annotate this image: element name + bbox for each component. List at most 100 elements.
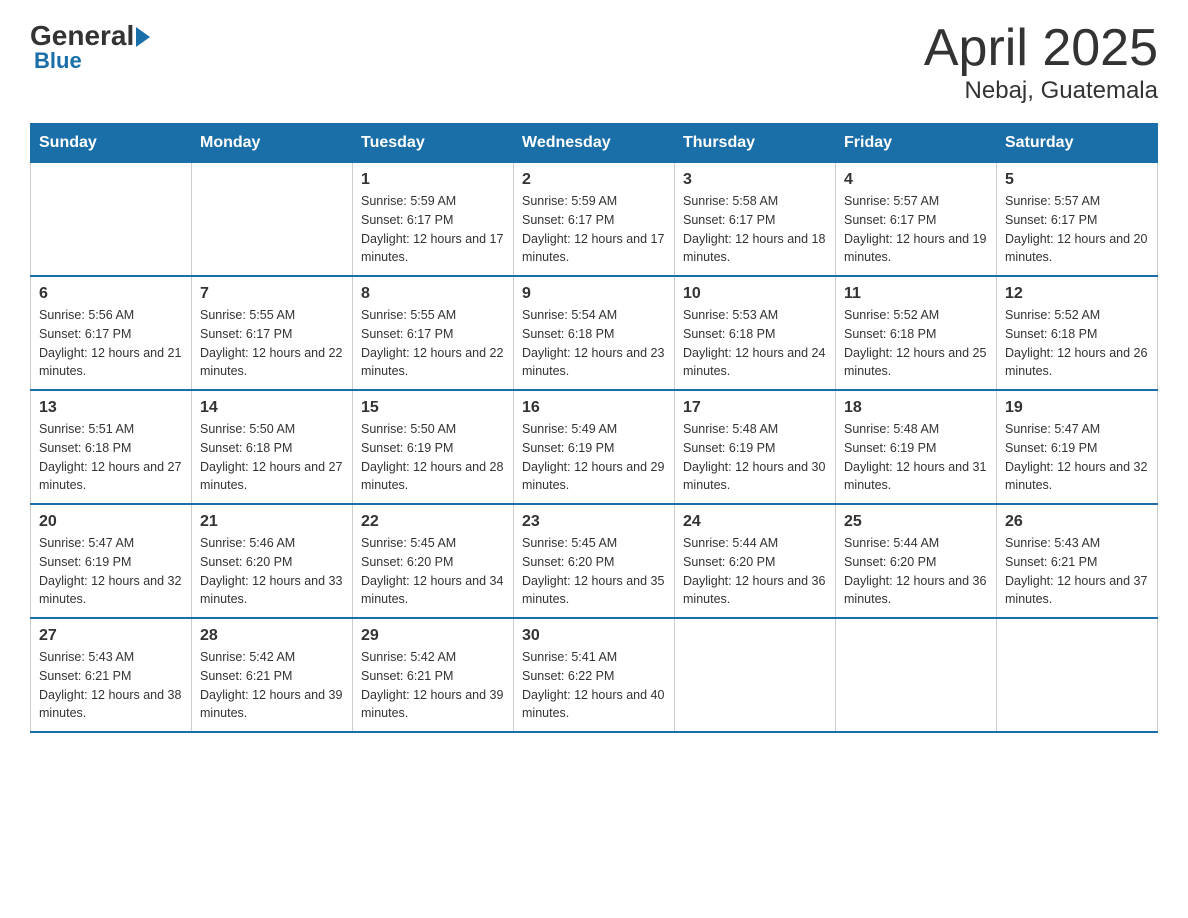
day-number: 22 bbox=[361, 513, 505, 531]
calendar-cell: 23Sunrise: 5:45 AMSunset: 6:20 PMDayligh… bbox=[514, 504, 675, 618]
weekday-header-monday: Monday bbox=[192, 124, 353, 163]
day-info: Sunrise: 5:47 AMSunset: 6:19 PMDaylight:… bbox=[1005, 420, 1149, 495]
calendar-cell bbox=[192, 163, 353, 277]
day-number: 13 bbox=[39, 399, 183, 417]
calendar-cell: 18Sunrise: 5:48 AMSunset: 6:19 PMDayligh… bbox=[836, 390, 997, 504]
day-number: 7 bbox=[200, 285, 344, 303]
day-number: 27 bbox=[39, 627, 183, 645]
location-title: Nebaj, Guatemala bbox=[924, 77, 1158, 105]
calendar-cell bbox=[31, 163, 192, 277]
page-header: General Blue April 2025 Nebaj, Guatemala bbox=[30, 20, 1158, 105]
calendar-cell: 15Sunrise: 5:50 AMSunset: 6:19 PMDayligh… bbox=[353, 390, 514, 504]
calendar-cell: 9Sunrise: 5:54 AMSunset: 6:18 PMDaylight… bbox=[514, 276, 675, 390]
day-info: Sunrise: 5:41 AMSunset: 6:22 PMDaylight:… bbox=[522, 648, 666, 723]
calendar-cell: 30Sunrise: 5:41 AMSunset: 6:22 PMDayligh… bbox=[514, 618, 675, 732]
day-number: 25 bbox=[844, 513, 988, 531]
month-title: April 2025 bbox=[924, 20, 1158, 77]
calendar-cell: 12 Sunrise: 5:52 AMSunset: 6:18 PMDayligh… bbox=[997, 276, 1158, 390]
calendar-cell: 7 Sunrise: 5:55 AMSunset: 6:17 PMDaylight… bbox=[192, 276, 353, 390]
day-info: Sunrise: 5:47 AMSunset: 6:19 PMDaylight:… bbox=[39, 534, 183, 609]
calendar-cell: 10 Sunrise: 5:53 AMSunset: 6:18 PMDayligh… bbox=[675, 276, 836, 390]
logo-blue: Blue bbox=[34, 48, 82, 74]
calendar-cell: 19 Sunrise: 5:47 AMSunset: 6:19 PMDayligh… bbox=[997, 390, 1158, 504]
day-number: 23 bbox=[522, 513, 666, 531]
day-info: Sunrise: 5:45 AMSunset: 6:20 PMDaylight:… bbox=[361, 534, 505, 609]
weekday-header-thursday: Thursday bbox=[675, 124, 836, 163]
day-number: 16 bbox=[522, 399, 666, 417]
day-number: 19 bbox=[1005, 399, 1149, 417]
calendar-week-row: 6 Sunrise: 5:56 AMSunset: 6:17 PMDaylight… bbox=[31, 276, 1158, 390]
day-info: Sunrise: 5:55 AMSunset: 6:17 PMDaylight:… bbox=[200, 306, 344, 381]
day-number: 3 bbox=[683, 171, 827, 189]
day-number: 4 bbox=[844, 171, 988, 189]
day-number: 14 bbox=[200, 399, 344, 417]
calendar-cell: 25 Sunrise: 5:44 AMSunset: 6:20 PMDayligh… bbox=[836, 504, 997, 618]
day-number: 24 bbox=[683, 513, 827, 531]
calendar-cell: 4 Sunrise: 5:57 AMSunset: 6:17 PMDaylight… bbox=[836, 163, 997, 277]
calendar-cell bbox=[675, 618, 836, 732]
weekday-header-friday: Friday bbox=[836, 124, 997, 163]
title-area: April 2025 Nebaj, Guatemala bbox=[924, 20, 1158, 105]
day-number: 17 bbox=[683, 399, 827, 417]
day-info: Sunrise: 5:48 AMSunset: 6:19 PMDaylight:… bbox=[683, 420, 827, 495]
calendar-week-row: 13 Sunrise: 5:51 AMSunset: 6:18 PMDayligh… bbox=[31, 390, 1158, 504]
logo-arrow-icon bbox=[136, 27, 150, 47]
day-info: Sunrise: 5:43 AMSunset: 6:21 PMDaylight:… bbox=[39, 648, 183, 723]
day-info: Sunrise: 5:57 AMSunset: 6:17 PMDaylight:… bbox=[844, 192, 988, 267]
day-info: Sunrise: 5:55 AMSunset: 6:17 PMDaylight:… bbox=[361, 306, 505, 381]
day-number: 8 bbox=[361, 285, 505, 303]
calendar-cell: 3 Sunrise: 5:58 AMSunset: 6:17 PMDaylight… bbox=[675, 163, 836, 277]
logo: General Blue bbox=[30, 20, 150, 74]
day-info: Sunrise: 5:43 AMSunset: 6:21 PMDaylight:… bbox=[1005, 534, 1149, 609]
day-number: 12 bbox=[1005, 285, 1149, 303]
day-number: 26 bbox=[1005, 513, 1149, 531]
day-info: Sunrise: 5:52 AMSunset: 6:18 PMDaylight:… bbox=[1005, 306, 1149, 381]
calendar-cell: 28Sunrise: 5:42 AMSunset: 6:21 PMDayligh… bbox=[192, 618, 353, 732]
day-info: Sunrise: 5:42 AMSunset: 6:21 PMDaylight:… bbox=[361, 648, 505, 723]
day-info: Sunrise: 5:58 AMSunset: 6:17 PMDaylight:… bbox=[683, 192, 827, 267]
weekday-header-saturday: Saturday bbox=[997, 124, 1158, 163]
calendar-cell: 11 Sunrise: 5:52 AMSunset: 6:18 PMDayligh… bbox=[836, 276, 997, 390]
day-number: 9 bbox=[522, 285, 666, 303]
calendar-cell: 16 Sunrise: 5:49 AMSunset: 6:19 PMDayligh… bbox=[514, 390, 675, 504]
calendar-cell: 14 Sunrise: 5:50 AMSunset: 6:18 PMDayligh… bbox=[192, 390, 353, 504]
day-number: 15 bbox=[361, 399, 505, 417]
day-number: 5 bbox=[1005, 171, 1149, 189]
day-info: Sunrise: 5:42 AMSunset: 6:21 PMDaylight:… bbox=[200, 648, 344, 723]
calendar-cell: 22 Sunrise: 5:45 AMSunset: 6:20 PMDayligh… bbox=[353, 504, 514, 618]
calendar-cell: 2 Sunrise: 5:59 AMSunset: 6:17 PMDaylight… bbox=[514, 163, 675, 277]
day-info: Sunrise: 5:44 AMSunset: 6:20 PMDaylight:… bbox=[844, 534, 988, 609]
day-number: 2 bbox=[522, 171, 666, 189]
day-number: 10 bbox=[683, 285, 827, 303]
weekday-header-tuesday: Tuesday bbox=[353, 124, 514, 163]
calendar-cell: 1Sunrise: 5:59 AMSunset: 6:17 PMDaylight… bbox=[353, 163, 514, 277]
day-number: 29 bbox=[361, 627, 505, 645]
calendar-table: SundayMondayTuesdayWednesdayThursdayFrid… bbox=[30, 123, 1158, 733]
day-number: 6 bbox=[39, 285, 183, 303]
day-info: Sunrise: 5:52 AMSunset: 6:18 PMDaylight:… bbox=[844, 306, 988, 381]
day-number: 18 bbox=[844, 399, 988, 417]
day-info: Sunrise: 5:57 AMSunset: 6:17 PMDaylight:… bbox=[1005, 192, 1149, 267]
calendar-week-row: 1Sunrise: 5:59 AMSunset: 6:17 PMDaylight… bbox=[31, 163, 1158, 277]
weekday-header-sunday: Sunday bbox=[31, 124, 192, 163]
calendar-cell: 13 Sunrise: 5:51 AMSunset: 6:18 PMDayligh… bbox=[31, 390, 192, 504]
calendar-cell: 24 Sunrise: 5:44 AMSunset: 6:20 PMDayligh… bbox=[675, 504, 836, 618]
day-number: 11 bbox=[844, 285, 988, 303]
calendar-cell: 29 Sunrise: 5:42 AMSunset: 6:21 PMDayligh… bbox=[353, 618, 514, 732]
calendar-week-row: 27 Sunrise: 5:43 AMSunset: 6:21 PMDayligh… bbox=[31, 618, 1158, 732]
day-info: Sunrise: 5:51 AMSunset: 6:18 PMDaylight:… bbox=[39, 420, 183, 495]
calendar-cell: 5 Sunrise: 5:57 AMSunset: 6:17 PMDaylight… bbox=[997, 163, 1158, 277]
day-info: Sunrise: 5:49 AMSunset: 6:19 PMDaylight:… bbox=[522, 420, 666, 495]
calendar-cell: 27 Sunrise: 5:43 AMSunset: 6:21 PMDayligh… bbox=[31, 618, 192, 732]
day-info: Sunrise: 5:46 AMSunset: 6:20 PMDaylight:… bbox=[200, 534, 344, 609]
calendar-cell: 6 Sunrise: 5:56 AMSunset: 6:17 PMDaylight… bbox=[31, 276, 192, 390]
day-info: Sunrise: 5:44 AMSunset: 6:20 PMDaylight:… bbox=[683, 534, 827, 609]
day-info: Sunrise: 5:59 AMSunset: 6:17 PMDaylight:… bbox=[522, 192, 666, 267]
calendar-cell: 21Sunrise: 5:46 AMSunset: 6:20 PMDayligh… bbox=[192, 504, 353, 618]
day-info: Sunrise: 5:56 AMSunset: 6:17 PMDaylight:… bbox=[39, 306, 183, 381]
calendar-cell bbox=[997, 618, 1158, 732]
day-info: Sunrise: 5:53 AMSunset: 6:18 PMDaylight:… bbox=[683, 306, 827, 381]
weekday-header-wednesday: Wednesday bbox=[514, 124, 675, 163]
day-info: Sunrise: 5:59 AMSunset: 6:17 PMDaylight:… bbox=[361, 192, 505, 267]
day-info: Sunrise: 5:50 AMSunset: 6:18 PMDaylight:… bbox=[200, 420, 344, 495]
